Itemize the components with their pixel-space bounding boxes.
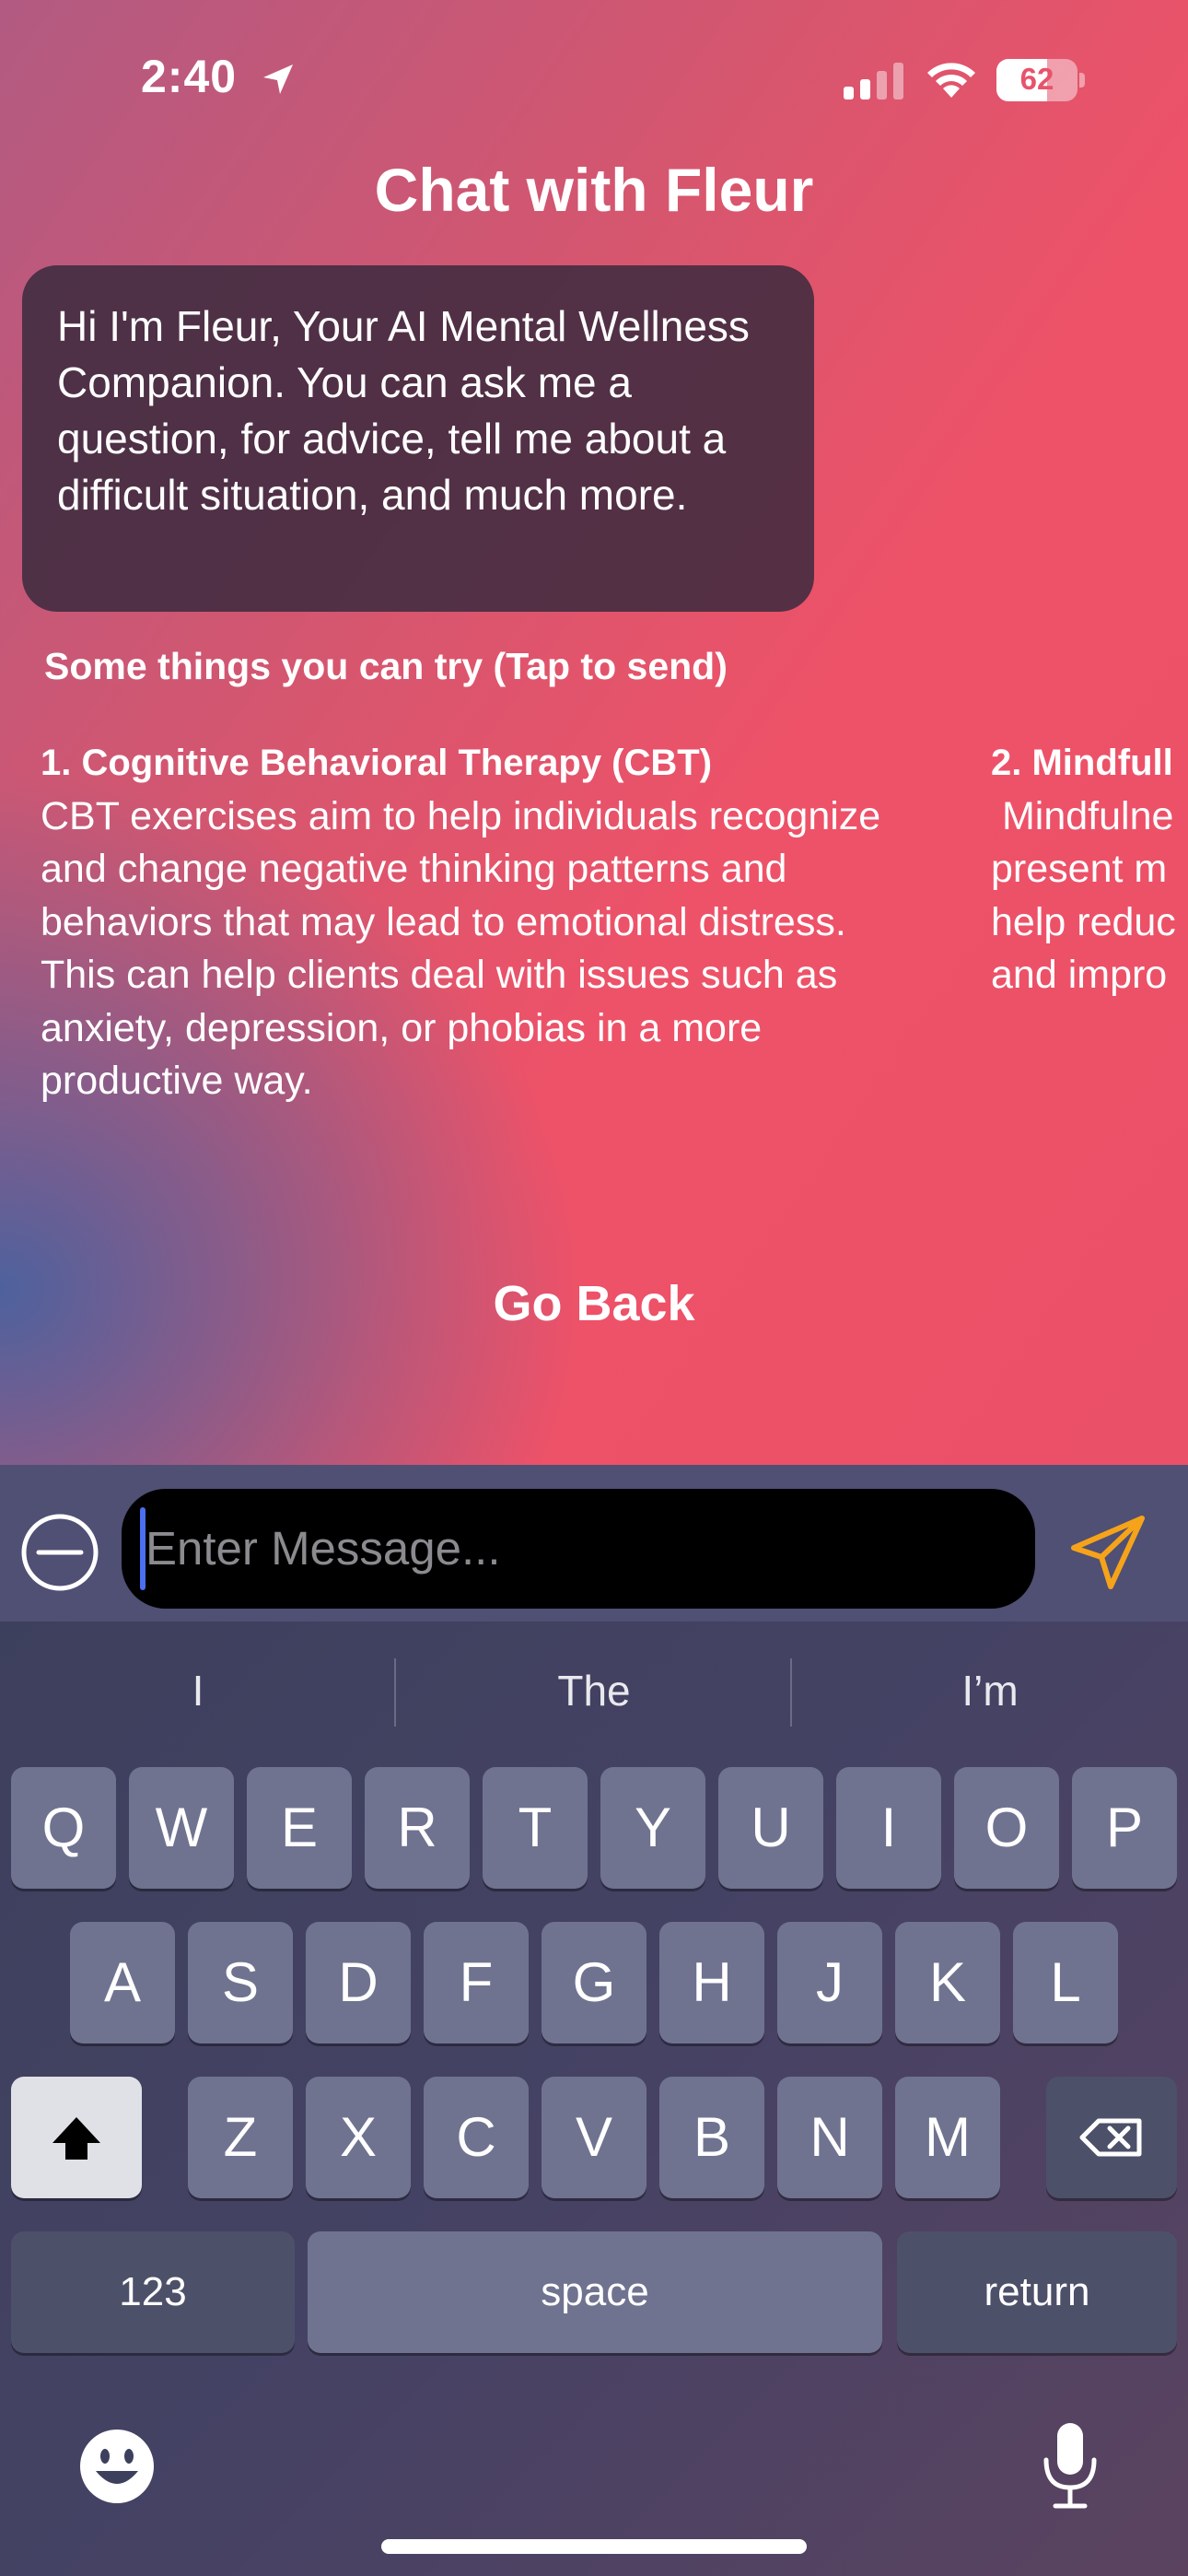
key-m[interactable]: M: [895, 2077, 1000, 2198]
key-z[interactable]: Z: [188, 2077, 293, 2198]
cellular-signal-icon: [844, 63, 903, 100]
key-i[interactable]: I: [836, 1767, 941, 1889]
key-g[interactable]: G: [542, 1922, 646, 2043]
suggestion-carousel[interactable]: 1. Cognitive Behavioral Therapy (CBT) CB…: [0, 737, 1188, 1170]
key-l[interactable]: L: [1013, 1922, 1118, 2043]
send-icon[interactable]: [1066, 1511, 1149, 1594]
key-k[interactable]: K: [895, 1922, 1000, 2043]
key-v[interactable]: V: [542, 2077, 646, 2198]
location-arrow-icon: [263, 64, 293, 94]
backspace-icon: [1079, 2118, 1142, 2157]
key-a[interactable]: A: [70, 1922, 175, 2043]
suggestion-divider: [394, 1658, 396, 1727]
numbers-key[interactable]: 123: [11, 2231, 295, 2353]
shift-icon: [52, 2117, 100, 2160]
key-e[interactable]: E: [247, 1767, 352, 1889]
key-c[interactable]: C: [424, 2077, 529, 2198]
key-d[interactable]: D: [306, 1922, 411, 2043]
minus-circle-icon[interactable]: [20, 1513, 99, 1592]
suggestion-card-title: 2. Mindfull: [991, 743, 1173, 783]
suggestions-heading: Some things you can try (Tap to send): [44, 645, 728, 687]
go-back-button[interactable]: Go Back: [0, 1275, 1188, 1332]
suggestion-card-body-line: and impro: [991, 953, 1168, 997]
key-p[interactable]: P: [1072, 1767, 1177, 1889]
key-o[interactable]: O: [954, 1767, 1059, 1889]
backspace-key[interactable]: [1046, 2077, 1177, 2198]
text-cursor: [140, 1507, 146, 1590]
key-b[interactable]: B: [659, 2077, 764, 2198]
suggestion-card-title: 1. Cognitive Behavioral Therapy (CBT): [41, 743, 713, 783]
home-indicator[interactable]: [381, 2539, 807, 2554]
suggestion-card-body-line: help reduc: [991, 899, 1176, 944]
predictive-suggestion[interactable]: The: [396, 1622, 792, 1760]
microphone-icon[interactable]: [1039, 2421, 1101, 2510]
key-x[interactable]: X: [306, 2077, 411, 2198]
status-time: 2:40: [141, 51, 238, 102]
predictive-suggestion[interactable]: I: [0, 1622, 396, 1760]
suggestion-card-body-line: Mindfulne: [991, 793, 1174, 838]
key-u[interactable]: U: [718, 1767, 823, 1889]
key-j[interactable]: J: [777, 1922, 882, 2043]
key-q[interactable]: Q: [11, 1767, 116, 1889]
return-key[interactable]: return: [897, 2231, 1177, 2353]
key-y[interactable]: Y: [600, 1767, 705, 1889]
suggestion-card-mindfulness[interactable]: 2. Mindfull Mindfulne present m help red…: [991, 737, 1188, 1002]
key-t[interactable]: T: [483, 1767, 588, 1889]
key-n[interactable]: N: [777, 2077, 882, 2198]
shift-key[interactable]: [11, 2077, 142, 2198]
battery-icon: 62: [996, 59, 1085, 101]
predictive-suggestion[interactable]: I’m: [792, 1622, 1188, 1760]
suggestion-card-body-line: present m: [991, 847, 1168, 891]
key-r[interactable]: R: [365, 1767, 470, 1889]
page-title: Chat with Fleur: [374, 156, 814, 224]
suggestion-card-body: CBT exercises aim to help individuals re…: [41, 793, 881, 1104]
status-bar: 2:40 62: [0, 0, 1188, 157]
emoji-icon[interactable]: [77, 2427, 157, 2506]
key-s[interactable]: S: [188, 1922, 293, 2043]
predictive-text-bar: I The I’m: [0, 1622, 1188, 1760]
suggestion-divider: [790, 1658, 792, 1727]
space-key[interactable]: space: [308, 2231, 882, 2353]
key-f[interactable]: F: [424, 1922, 529, 2043]
assistant-message-bubble: Hi I'm Fleur, Your AI Mental Wellness Co…: [22, 265, 814, 612]
message-input[interactable]: Enter Message...: [122, 1489, 1035, 1609]
wifi-icon: [927, 63, 975, 98]
key-w[interactable]: W: [129, 1767, 234, 1889]
suggestion-card-cbt[interactable]: 1. Cognitive Behavioral Therapy (CBT) CB…: [41, 737, 925, 1108]
battery-level: 62: [1019, 62, 1054, 96]
key-h[interactable]: H: [659, 1922, 764, 2043]
